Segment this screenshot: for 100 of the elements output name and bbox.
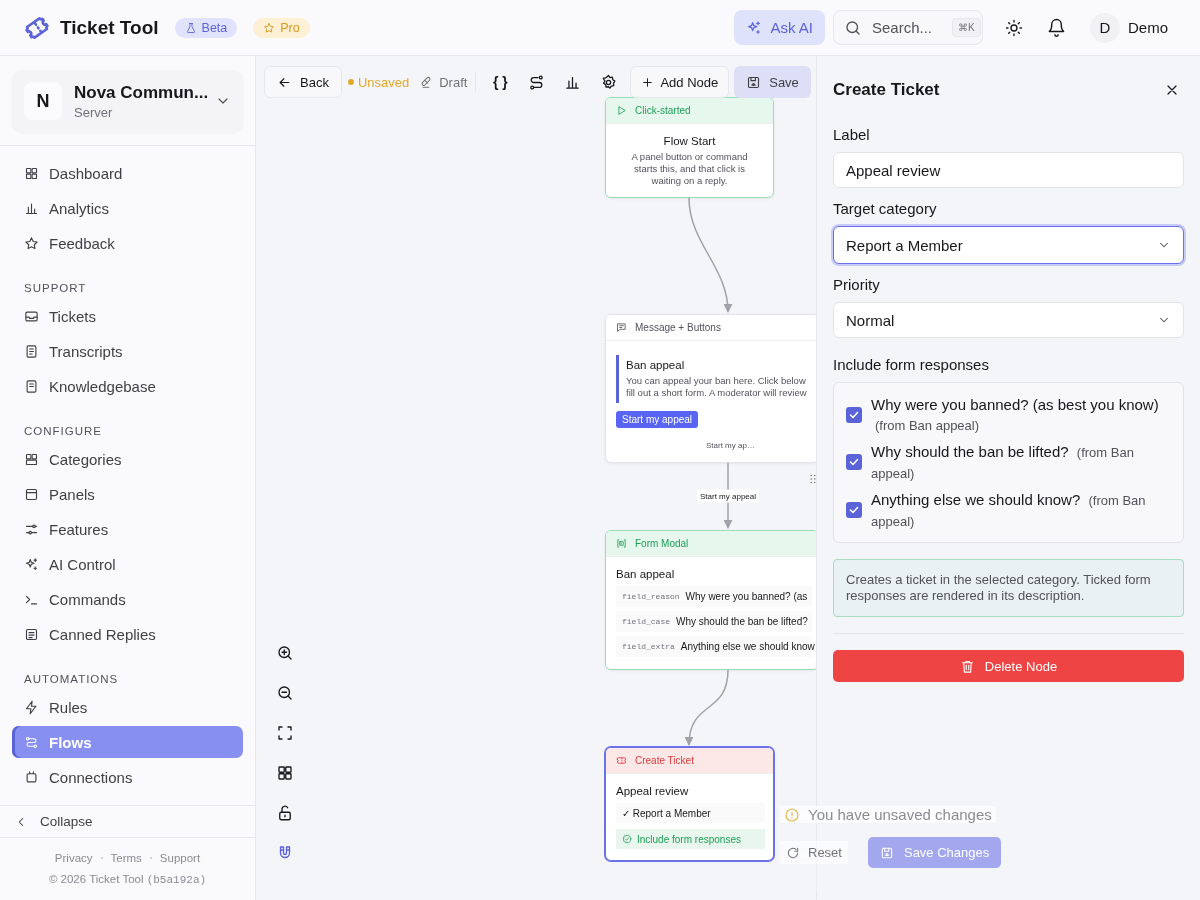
nav-item[interactable]: Analytics	[12, 192, 243, 224]
nav-item[interactable]: Tickets	[12, 300, 243, 332]
inbox-icon	[24, 308, 39, 324]
collapse-button[interactable]: Collapse	[0, 805, 255, 838]
nav-item[interactable]: Dashboard	[12, 157, 243, 189]
user-avatar[interactable]: D	[1090, 12, 1120, 43]
nav-item[interactable]: Connections	[12, 761, 243, 793]
checkbox[interactable]	[846, 454, 862, 470]
message-button[interactable]: Start my appeal	[616, 411, 699, 428]
zoom-out-icon	[276, 684, 294, 702]
eraser-icon	[419, 75, 434, 89]
section-label: SUPPORT	[24, 282, 88, 294]
field-label: Target category	[833, 200, 938, 217]
plus-icon	[641, 75, 655, 89]
node-description: A panel button or command starts this, and that click is waiting on a reply.	[630, 150, 749, 188]
flow-node[interactable]: Create Ticket Appeal review ✓ Report a Member Include form responses	[605, 747, 774, 861]
sparkle-icon	[24, 556, 39, 572]
grid-button[interactable]	[276, 764, 294, 782]
field-label: Label	[833, 126, 871, 143]
bell-icon	[1047, 18, 1066, 37]
nav-item[interactable]: Canned Replies	[12, 618, 243, 650]
fit-view-icon	[276, 724, 294, 742]
node-type: Create Ticket	[635, 755, 694, 766]
field-label: Include form responses	[833, 356, 990, 373]
flow-node[interactable]: Message + Buttons Ban appeal You can appeal your ban here. Click below fill out a short form. A moderator will review Start my appeal Start my ap…	[605, 314, 816, 463]
nav-item[interactable]: AI Control	[12, 548, 243, 580]
unsaved-message: You have unsaved changes	[780, 806, 996, 823]
footer-link[interactable]: Terms	[110, 852, 142, 864]
search-bar[interactable]: Search... ⌘K	[833, 10, 983, 45]
lock-button[interactable]	[276, 804, 294, 822]
book-icon	[24, 378, 39, 394]
layers-icon	[24, 451, 39, 467]
save-button[interactable]: Save	[734, 66, 811, 98]
search-icon	[844, 18, 862, 37]
message-text: You can appeal your ban here. Click below	[626, 375, 807, 387]
server-subtitle: Server	[74, 104, 114, 120]
flow-node[interactable]: Click-started Flow Start A panel button or command starts this, and that click is waiting on a reply.	[605, 97, 774, 198]
select-field[interactable]: Normal	[833, 302, 1184, 338]
server-avatar: N	[24, 82, 62, 120]
category-row: ✓ Report a Member	[616, 803, 765, 823]
nav-item[interactable]: Commands	[12, 583, 243, 615]
variables-button[interactable]: { }	[482, 74, 519, 90]
fit-view-button[interactable]	[276, 724, 294, 742]
nav-item[interactable]: Features	[12, 513, 243, 545]
flow-node[interactable]: Form Modal Ban appeal field_reason Why were you banned? (as field_case Why should the ban be lifted? field_extra Anything else we should know	[605, 530, 816, 670]
draft-status: Draft	[419, 72, 477, 92]
ask-ai-button[interactable]: Ask AI	[734, 10, 825, 45]
field-key: field_extra	[622, 642, 675, 651]
build-hash: (b5a192a)	[146, 874, 207, 886]
search-input[interactable]: Search...	[870, 18, 944, 37]
reset-button[interactable]: Reset	[780, 841, 848, 864]
node-title: Flow Start	[662, 135, 717, 147]
nav-item[interactable]: Knowledgebase	[12, 370, 243, 402]
nav-item[interactable]: Feedback	[12, 227, 243, 259]
ticket-icon	[616, 755, 627, 766]
list-icon	[24, 626, 39, 642]
check-icon	[848, 504, 860, 516]
check-icon	[848, 409, 860, 421]
copyright-text: © 2026 Ticket Tool	[48, 873, 145, 885]
select-field[interactable]: Report a Member	[833, 226, 1184, 264]
node-title: Appeal review	[615, 785, 690, 797]
save-icon	[746, 74, 762, 90]
node-title: Ban appeal	[615, 568, 676, 580]
dashboard-icon	[24, 165, 39, 181]
sun-icon	[1005, 18, 1023, 37]
field-key: field_reason	[622, 592, 680, 601]
add-node-button[interactable]: Add Node	[630, 66, 730, 98]
shortcut-key: ⌘K	[952, 18, 981, 37]
response-label: Why should the ban be lifted? (from Ban appeal)	[871, 442, 1135, 483]
info-note: Creates a ticket in the selected category. Ticked form responses are rendered in its description.	[833, 559, 1184, 617]
warning-icon	[784, 806, 800, 823]
nav-item[interactable]: Categories	[12, 443, 243, 475]
nav-item[interactable]: Rules	[12, 691, 243, 723]
refresh-icon	[786, 845, 800, 860]
back-button[interactable]: Back	[264, 66, 342, 98]
label-input[interactable]: Appeal review	[833, 152, 1184, 188]
option-row: Include form responses	[616, 829, 765, 849]
checkbox[interactable]	[846, 502, 862, 518]
app-name: Ticket Tool	[60, 16, 159, 39]
star-icon	[263, 21, 276, 34]
star-icon	[24, 235, 39, 251]
zoom-in-button[interactable]	[276, 644, 294, 662]
pro-badge: Pro	[253, 17, 310, 38]
zoom-out-button[interactable]	[276, 684, 294, 702]
server-card[interactable]: N Nova Commun... Server	[12, 70, 243, 132]
nav-item[interactable]: Panels	[12, 478, 243, 510]
panel-icon	[24, 486, 39, 502]
lightning-icon	[24, 699, 39, 715]
delete-node-button[interactable]: Delete Node	[833, 650, 1184, 682]
edge-label: Start my appeal	[697, 489, 759, 502]
response-label: Why were you banned? (as best you know) (from Ban appeal)	[871, 395, 1160, 435]
node-type: Form Modal	[635, 538, 689, 549]
response-label: Anything else we should know? (from Ban appeal)	[871, 490, 1147, 531]
field-label: Priority	[833, 276, 881, 293]
nav-item[interactable]: Transcripts	[12, 335, 243, 367]
document-icon	[24, 343, 39, 359]
checkbox[interactable]	[846, 407, 862, 423]
form-icon	[616, 538, 627, 549]
play-icon	[616, 105, 627, 116]
sparkle-icon	[746, 19, 763, 36]
